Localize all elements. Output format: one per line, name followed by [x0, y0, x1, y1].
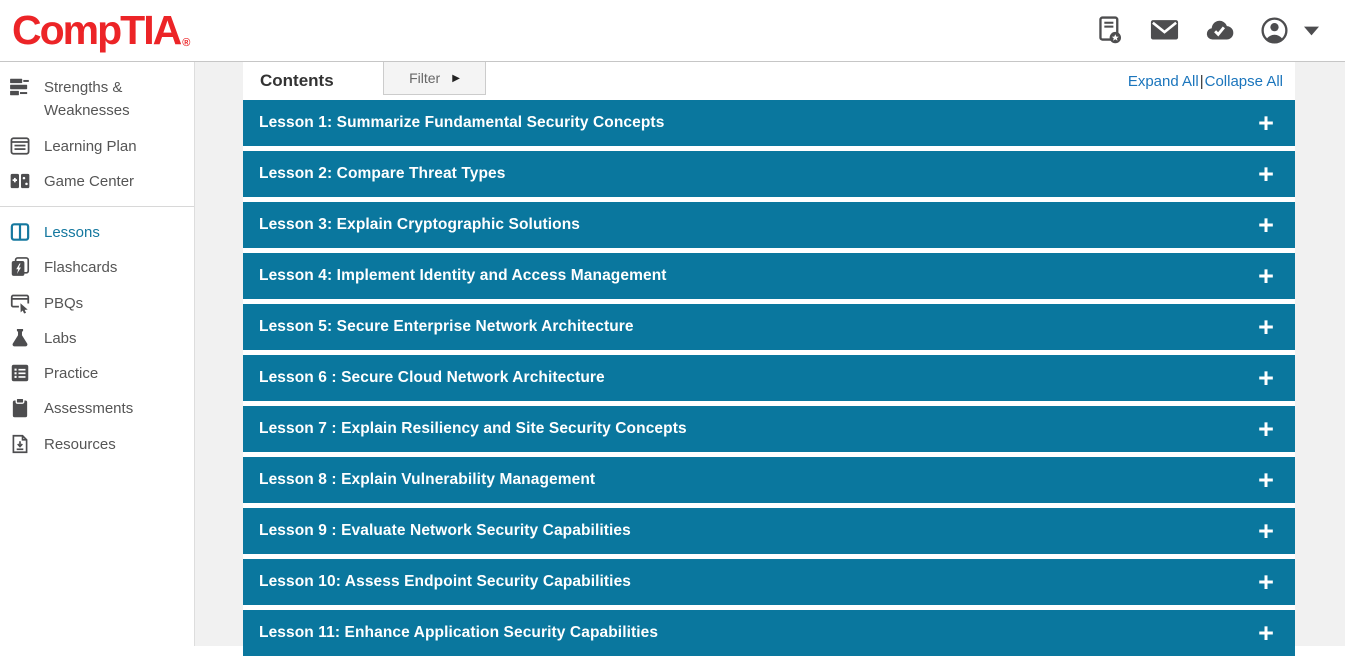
lesson-title: Lesson 3: Explain Cryptographic Solution… — [259, 216, 580, 234]
expand-collapse-links: Expand All|Collapse All — [1128, 73, 1283, 90]
pbqs-icon — [9, 292, 31, 314]
lesson-title: Lesson 1: Summarize Fundamental Security… — [259, 114, 664, 132]
lessons-icon — [9, 221, 31, 243]
lesson-row[interactable]: Lesson 4: Implement Identity and Access … — [243, 253, 1295, 299]
lesson-row[interactable]: Lesson 3: Explain Cryptographic Solution… — [243, 202, 1295, 248]
lesson-row[interactable]: Lesson 9 : Evaluate Network Security Cap… — [243, 508, 1295, 554]
expand-plus-icon[interactable]: + — [1253, 460, 1279, 500]
lessons-accordion: Lesson 1: Summarize Fundamental Security… — [243, 100, 1295, 656]
top-header: CompTIA ® — [0, 0, 1345, 62]
page-title: Contents — [260, 71, 334, 91]
registered-mark: ® — [182, 38, 190, 49]
lesson-title: Lesson 6 : Secure Cloud Network Architec… — [259, 369, 605, 387]
filter-button[interactable]: Filter ▶ — [383, 62, 486, 95]
sidebar-item-strengths-weaknesses[interactable]: Strengths & Weaknesses — [0, 70, 194, 129]
lesson-title: Lesson 2: Compare Threat Types — [259, 165, 505, 183]
lesson-title: Lesson 8 : Explain Vulnerability Managem… — [259, 471, 595, 489]
sidebar-item-assessments[interactable]: Assessments — [0, 391, 194, 426]
sidebar-item-label: Learning Plan — [44, 135, 137, 158]
expand-plus-icon[interactable]: + — [1253, 307, 1279, 347]
sidebar-item-resources[interactable]: Resources — [0, 427, 194, 462]
page-body: Strengths & Weaknesses Learning Plan Game … — [0, 62, 1345, 646]
lesson-row[interactable]: Lesson 5: Secure Enterprise Network Arch… — [243, 304, 1295, 350]
game-center-icon — [9, 170, 31, 192]
sidebar-item-label: Strengths & Weaknesses — [44, 76, 184, 123]
sidebar-item-flashcards[interactable]: Flashcards — [0, 250, 194, 285]
sidebar-item-learning-plan[interactable]: Learning Plan — [0, 129, 194, 164]
lesson-row[interactable]: Lesson 11: Enhance Application Security … — [243, 610, 1295, 656]
lesson-row[interactable]: Lesson 6 : Secure Cloud Network Architec… — [243, 355, 1295, 401]
lesson-title: Lesson 7 : Explain Resiliency and Site S… — [259, 420, 687, 438]
expand-plus-icon[interactable]: + — [1253, 562, 1279, 602]
lesson-title: Lesson 4: Implement Identity and Access … — [259, 267, 667, 285]
sidebar-divider — [0, 206, 194, 207]
learning-plan-icon — [9, 135, 31, 157]
sidebar-item-label: Game Center — [44, 170, 134, 193]
strengths-weaknesses-icon — [9, 76, 31, 98]
lesson-title: Lesson 5: Secure Enterprise Network Arch… — [259, 318, 634, 336]
links-separator: | — [1200, 73, 1204, 90]
expand-plus-icon[interactable]: + — [1253, 358, 1279, 398]
lesson-title: Lesson 10: Assess Endpoint Security Capa… — [259, 573, 631, 591]
lesson-row[interactable]: Lesson 10: Assess Endpoint Security Capa… — [243, 559, 1295, 605]
header-icons — [1094, 15, 1319, 46]
sidebar-item-pbqs[interactable]: PBQs — [0, 286, 194, 321]
lesson-row[interactable]: Lesson 1: Summarize Fundamental Security… — [243, 100, 1295, 146]
sidebar: Strengths & Weaknesses Learning Plan Game … — [0, 62, 195, 646]
sidebar-item-practice[interactable]: Practice — [0, 356, 194, 391]
lesson-row[interactable]: Lesson 8 : Explain Vulnerability Managem… — [243, 457, 1295, 503]
assessments-icon — [9, 397, 31, 419]
sidebar-item-label: PBQs — [44, 292, 83, 315]
lesson-title: Lesson 9 : Evaluate Network Security Cap… — [259, 522, 631, 540]
sidebar-item-label: Flashcards — [44, 256, 117, 279]
transcript-icon[interactable] — [1094, 15, 1125, 46]
resources-icon — [9, 433, 31, 455]
lesson-row[interactable]: Lesson 2: Compare Threat Types + — [243, 151, 1295, 197]
sidebar-item-label: Assessments — [44, 397, 133, 420]
labs-icon — [9, 327, 31, 349]
practice-icon — [9, 362, 31, 384]
cloud-check-icon[interactable] — [1204, 15, 1235, 46]
sidebar-item-label: Lessons — [44, 221, 100, 244]
sidebar-item-game-center[interactable]: Game Center — [0, 164, 194, 199]
expand-plus-icon[interactable]: + — [1253, 511, 1279, 551]
collapse-all-link[interactable]: Collapse All — [1205, 73, 1283, 90]
caret-down-icon[interactable] — [1314, 26, 1319, 36]
flashcards-icon — [9, 256, 31, 278]
sidebar-item-lessons[interactable]: Lessons — [0, 215, 194, 250]
sidebar-item-labs[interactable]: Labs — [0, 321, 194, 356]
sidebar-item-label: Resources — [44, 433, 116, 456]
expand-all-link[interactable]: Expand All — [1128, 73, 1199, 90]
expand-plus-icon[interactable]: + — [1253, 256, 1279, 296]
comptia-logo-text: CompTIA — [12, 10, 180, 51]
expand-plus-icon[interactable]: + — [1253, 154, 1279, 194]
expand-plus-icon[interactable]: + — [1253, 409, 1279, 449]
sidebar-item-label: Labs — [44, 327, 77, 350]
sidebar-item-label: Practice — [44, 362, 98, 385]
lesson-row[interactable]: Lesson 7 : Explain Resiliency and Site S… — [243, 406, 1295, 452]
comptia-logo[interactable]: CompTIA ® — [12, 10, 190, 51]
expand-plus-icon[interactable]: + — [1253, 103, 1279, 143]
contents-header: Contents Filter ▶ Expand All|Collapse Al… — [243, 62, 1295, 100]
expand-plus-icon[interactable]: + — [1253, 613, 1279, 653]
profile-icon[interactable] — [1259, 15, 1290, 46]
filter-button-label: Filter — [409, 70, 440, 86]
filter-caret-icon: ▶ — [452, 73, 460, 84]
expand-plus-icon[interactable]: + — [1253, 205, 1279, 245]
lesson-title: Lesson 11: Enhance Application Security … — [259, 624, 658, 642]
lessons-panel: Contents Filter ▶ Expand All|Collapse Al… — [243, 62, 1295, 646]
mail-icon[interactable] — [1149, 15, 1180, 46]
